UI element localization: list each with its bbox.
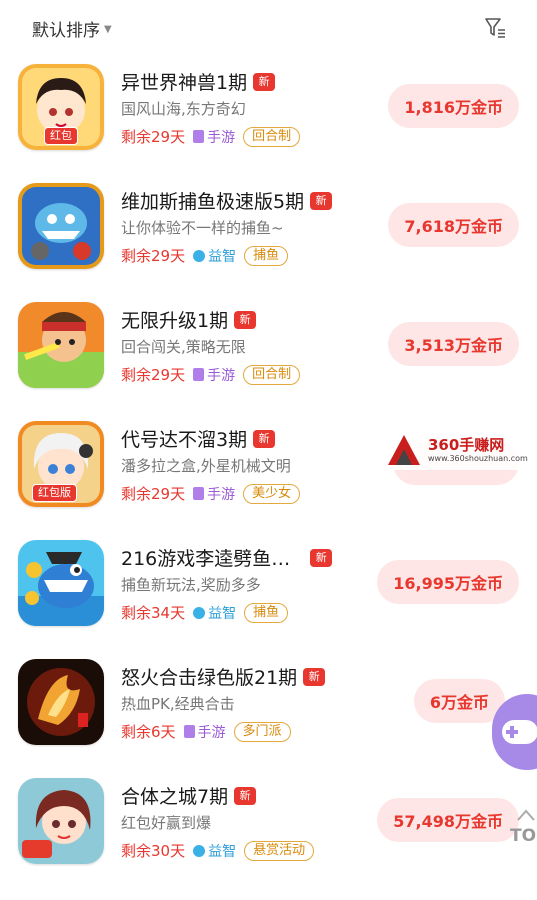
- puzzle-icon: [193, 844, 206, 857]
- back-to-top-label: TO: [510, 826, 537, 846]
- platform-tag: 益智: [193, 246, 236, 266]
- game-icon: [18, 778, 104, 864]
- genre-tag: 悬赏活动: [244, 840, 315, 861]
- filter-icon[interactable]: [484, 16, 506, 40]
- genre-tag: 美少女: [243, 483, 301, 504]
- game-title: 216游戏李逵劈鱼…: [121, 548, 291, 570]
- game-desc: 潘多拉之盒,外星机械文明: [121, 457, 291, 475]
- game-icon: [18, 183, 104, 269]
- watermark: 360手赚网 www.360shouzhuan.com: [384, 430, 534, 470]
- reward-button[interactable]: 16,995万金币: [377, 560, 519, 604]
- game-row[interactable]: 合体之城7期 新 红包好赢到爆 剩余30天 益智 悬赏活动 57,498万金币: [0, 778, 537, 886]
- new-badge: 新: [234, 310, 257, 329]
- genre-tag: 回合制: [243, 126, 301, 147]
- platform-tag: 手游: [193, 365, 235, 385]
- game-title: 维加斯捕鱼极速版5期: [121, 191, 305, 213]
- game-title: 无限升级1期: [121, 310, 229, 332]
- icon-tag: 红包: [44, 127, 78, 145]
- new-badge: 新: [303, 667, 326, 686]
- platform-tag: 手游: [193, 484, 235, 504]
- top-bar: 默认排序 ▼: [0, 0, 537, 56]
- game-icon: 红包版: [18, 421, 104, 507]
- game-desc: 回合闯关,策略无限: [121, 338, 246, 356]
- genre-tag: 捕鱼: [244, 602, 289, 623]
- game-icon: [18, 302, 104, 388]
- remaining-days: 剩余29天: [121, 366, 186, 384]
- game-icon: 红包: [18, 64, 104, 150]
- game-title: 异世界神兽1期: [121, 72, 248, 94]
- platform-tag: 益智: [193, 841, 236, 861]
- sort-dropdown[interactable]: 默认排序 ▼: [32, 16, 112, 41]
- game-desc: 捕鱼新玩法,奖励多多: [121, 576, 261, 594]
- game-desc: 热血PK,经典合击: [121, 695, 235, 713]
- reward-button[interactable]: 57,498万金币: [377, 798, 519, 842]
- sort-label: 默认排序: [32, 21, 100, 41]
- remaining-days: 剩余29天: [121, 485, 186, 503]
- new-badge: 新: [253, 72, 276, 91]
- phone-icon: [183, 725, 195, 738]
- game-title: 怒火合击绿色版21期: [121, 667, 298, 689]
- icon-tag: 红包版: [32, 484, 77, 502]
- puzzle-icon: [193, 606, 206, 619]
- new-badge: 新: [234, 786, 257, 805]
- remaining-days: 剩余29天: [121, 247, 186, 265]
- genre-tag: 捕鱼: [244, 245, 289, 266]
- remaining-days: 剩余6天: [121, 723, 176, 741]
- game-desc: 国风山海,东方奇幻: [121, 100, 246, 118]
- remaining-days: 剩余30天: [121, 842, 186, 860]
- phone-icon: [193, 130, 205, 143]
- phone-icon: [193, 487, 205, 500]
- new-badge: 新: [310, 191, 333, 210]
- game-row[interactable]: 红包 异世界神兽1期 新 国风山海,东方奇幻 剩余29天 手游 回合制 1,81…: [0, 64, 537, 172]
- gamepad-icon: [502, 720, 537, 744]
- back-to-top-button[interactable]: TO: [500, 806, 537, 856]
- new-badge: 新: [253, 429, 276, 448]
- game-row[interactable]: 维加斯捕鱼极速版5期 新 让你体验不一样的捕鱼~ 剩余29天 益智 捕鱼 7,6…: [0, 183, 537, 291]
- reward-button[interactable]: 7,618万金币: [388, 203, 519, 247]
- platform-tag: 手游: [183, 722, 226, 742]
- platform-tag: 益智: [193, 603, 236, 623]
- genre-tag: 回合制: [243, 364, 301, 385]
- caret-down-icon: ▼: [104, 24, 112, 35]
- game-desc: 让你体验不一样的捕鱼~: [121, 219, 284, 237]
- game-row[interactable]: 216游戏李逵劈鱼… 新 捕鱼新玩法,奖励多多 剩余34天 益智 捕鱼 16,9…: [0, 540, 537, 648]
- new-badge: 新: [310, 548, 333, 567]
- game-title: 代号达不溜3期: [121, 429, 248, 451]
- game-desc: 红包好赢到爆: [121, 814, 212, 832]
- watermark-url: www.360shouzhuan.com: [428, 454, 528, 463]
- game-title: 合体之城7期: [121, 786, 229, 808]
- game-icon: [18, 540, 104, 626]
- genre-tag: 多门派: [233, 721, 291, 742]
- puzzle-icon: [193, 249, 206, 262]
- remaining-days: 剩余34天: [121, 604, 186, 622]
- remaining-days: 剩余29天: [121, 128, 186, 146]
- game-icon: [18, 659, 104, 745]
- chevron-up-icon: [517, 809, 535, 821]
- platform-tag: 手游: [193, 127, 235, 147]
- reward-button[interactable]: 1,816万金币: [388, 84, 519, 128]
- watermark-title: 360手赚网: [428, 436, 505, 454]
- watermark-logo-icon: [388, 435, 420, 465]
- game-row[interactable]: 怒火合击绿色版21期 新 热血PK,经典合击 剩余6天 手游 多门派 6万金币: [0, 659, 537, 767]
- reward-button[interactable]: 6万金币: [413, 679, 505, 723]
- game-row[interactable]: 无限升级1期 新 回合闯关,策略无限 剩余29天 手游 回合制 3,513万金币: [0, 302, 537, 410]
- reward-button[interactable]: 3,513万金币: [388, 322, 519, 366]
- phone-icon: [193, 368, 205, 381]
